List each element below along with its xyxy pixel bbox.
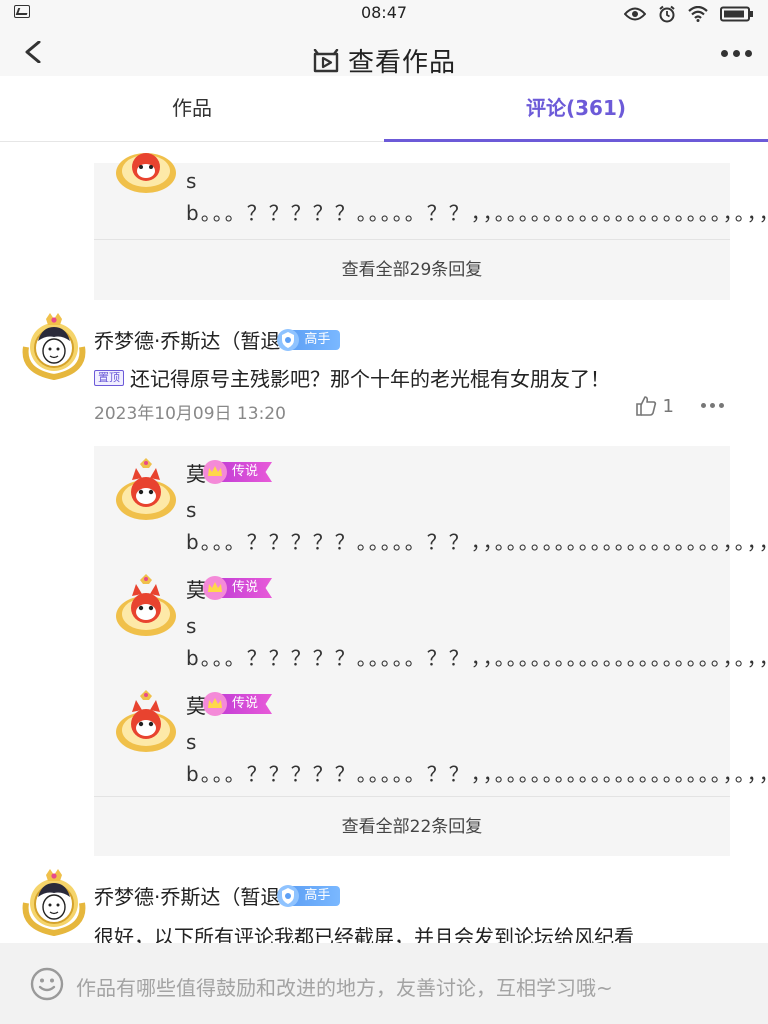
like-count: 1 — [662, 395, 674, 417]
like-button[interactable]: 1 — [635, 395, 674, 417]
crown-badge-icon — [203, 460, 227, 484]
cat-avatar-icon[interactable] — [114, 143, 178, 197]
comment-more-icon[interactable] — [701, 403, 724, 408]
comment-list[interactable]: sb。。。？？？？？。。。。。？？，，。。。。。。。。。。。。。。。。。。。，。… — [0, 143, 768, 943]
comment-text: 很好，以下所有评论我都已经截屏，并且会发到论坛给风纪看 — [94, 925, 634, 943]
battery-icon — [720, 6, 753, 22]
reply-text: sb。。。？？？？？。。。。。？？，，。。。。。。。。。。。。。。。。。。。，。… — [186, 614, 768, 670]
expert-badge: 高手 — [276, 884, 341, 907]
comment-input-bar[interactable]: 作品有哪些值得鼓励和改进的地方，友善讨论，互相学习哦~ — [0, 943, 768, 1024]
expert-badge: 高手 — [276, 328, 341, 351]
legend-badge: 传说 — [202, 459, 273, 485]
cat-avatar-icon[interactable] — [114, 690, 178, 756]
video-icon — [313, 49, 339, 73]
comment-text: 还记得原号主残影吧？那个十年的老光棍有女朋友了！ — [130, 367, 610, 391]
reply-user[interactable]: 莫 传说 — [186, 574, 730, 602]
comment-meta: 2023年10月09日 13:20 1 — [94, 396, 730, 424]
reply-text: sb。。。？？？？？。。。。。？？，，。。。。。。。。。。。。。。。。。。。，。… — [186, 498, 768, 554]
legend-badge: 传说 — [202, 691, 273, 717]
cat-avatar-icon[interactable] — [114, 574, 178, 640]
status-icons — [624, 4, 754, 24]
comment-body: 很好，以下所有评论我都已经截屏，并且会发到论坛给风纪看 — [94, 921, 634, 943]
page-title: 查看作品 — [0, 42, 768, 79]
emoji-icon[interactable] — [30, 967, 64, 1001]
reply-item: sb。。。？？？？？。。。。。？？，，。。。。。。。。。。。。。。。。。。。，。… — [94, 153, 768, 229]
user-avatar[interactable] — [22, 311, 86, 381]
title-bar: 查看作品 — [0, 28, 768, 79]
reply-item: 莫 传说 sb。。。？？？？？。。。。。？？，，。。。。。。。。。。。。。。。。… — [94, 574, 768, 674]
comment-username[interactable]: 乔梦德·乔斯达（暂退 高手 — [94, 881, 341, 910]
user-avatar[interactable] — [22, 867, 86, 937]
comment-username[interactable]: 乔梦德·乔斯达（暂退 高手 — [94, 325, 341, 354]
crown-badge-icon — [203, 692, 227, 716]
reply-box: sb。。。？？？？？。。。。。？？，，。。。。。。。。。。。。。。。。。。。，。… — [94, 153, 768, 300]
alarm-icon — [659, 5, 675, 23]
status-bar: 08:47 — [0, 0, 768, 28]
shield-badge-icon — [277, 328, 300, 351]
reply-item: 莫 传说 sb。。。？？？？？。。。。。？？，，。。。。。。。。。。。。。。。。… — [94, 690, 768, 790]
pinned-tag: 置顶 — [94, 369, 124, 386]
username-text: 乔梦德·乔斯达（暂退 — [94, 329, 281, 353]
tab-works[interactable]: 作品 — [0, 76, 384, 141]
shield-badge-icon — [277, 884, 300, 907]
view-all-replies-button[interactable]: 查看全部29条回复 — [94, 239, 730, 299]
cat-avatar-icon[interactable] — [114, 458, 178, 524]
comment-item: 乔梦德·乔斯达（暂退 高手 很好，以下所有评论我都已经截屏，并且会发到论坛给风纪… — [0, 867, 768, 943]
reply-text: sb。。。？？？？？。。。。。？？，，。。。。。。。。。。。。。。。。。。。，。… — [186, 169, 768, 225]
eye-icon — [624, 7, 646, 21]
tab-comments[interactable]: 评论(361) — [384, 76, 768, 142]
reply-box: 莫 传说 sb。。。？？？？？。。。。。？？，，。。。。。。。。。。。。。。。。… — [94, 446, 768, 856]
view-all-replies-button[interactable]: 查看全部22条回复 — [94, 796, 730, 856]
reply-user[interactable]: 莫 传说 — [186, 690, 730, 718]
thumbs-up-icon — [635, 396, 656, 416]
comment-body: 置顶 还记得原号主残影吧？那个十年的老光棍有女朋友了！ — [94, 363, 610, 392]
tab-bar: 作品 评论(361) — [0, 76, 768, 142]
wifi-icon — [688, 6, 708, 22]
comment-date: 2023年10月09日 13:20 — [94, 404, 286, 424]
page-title-text: 查看作品 — [347, 48, 456, 78]
username-text: 乔梦德·乔斯达（暂退 — [94, 885, 281, 909]
reply-text: sb。。。？？？？？。。。。。？？，，。。。。。。。。。。。。。。。。。。。，。… — [186, 730, 768, 786]
reply-user[interactable]: 莫 传说 — [186, 458, 730, 486]
crown-badge-icon — [203, 576, 227, 600]
comment-item: 乔梦德·乔斯达（暂退 高手 置顶 还记得原号主残影吧？那个十年的老光棍有女朋友了… — [0, 311, 768, 441]
comment-input-placeholder[interactable]: 作品有哪些值得鼓励和改进的地方，友善讨论，互相学习哦~ — [76, 972, 613, 1001]
reply-item: 莫 传说 sb。。。？？？？？。。。。。？？，，。。。。。。。。。。。。。。。。… — [94, 458, 768, 558]
legend-badge: 传说 — [202, 575, 273, 601]
more-options-icon[interactable] — [721, 50, 752, 57]
